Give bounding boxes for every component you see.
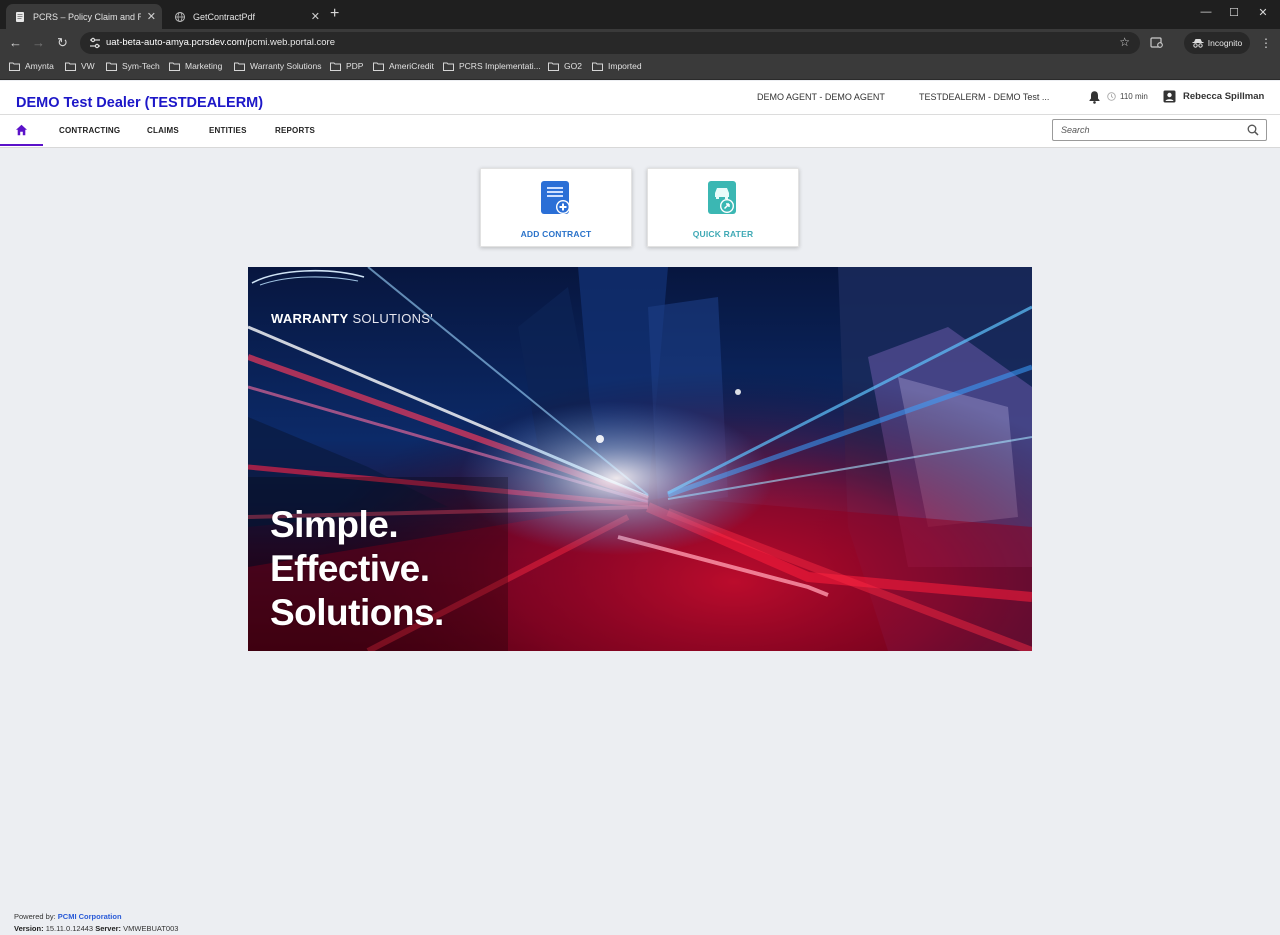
app-header: DEMO Test Dealer (TESTDEALERM) DEMO AGEN… — [0, 81, 1280, 115]
tab-title: PCRS – Policy Claim and Reporti — [33, 11, 141, 22]
quick-rater-label: QUICK RATER — [692, 229, 754, 239]
dealer-title[interactable]: DEMO Test Dealer (TESTDEALERM) — [16, 95, 263, 111]
document-icon — [16, 11, 24, 22]
browser-tab-active[interactable]: PCRS – Policy Claim and Reporti ✕ — [6, 4, 162, 29]
forward-arrow-icon[interactable]: → — [32, 35, 45, 51]
site-settings-icon[interactable] — [88, 36, 102, 50]
folder-icon — [169, 62, 180, 71]
add-contract-icon — [541, 181, 570, 214]
bookmark-folder[interactable]: AmeriCredit — [373, 61, 434, 71]
reload-icon[interactable]: ↻ — [57, 35, 68, 51]
version-info: Version: 15.11.0.12443 Server: VMWEBUAT0… — [14, 924, 179, 933]
folder-icon — [443, 62, 454, 71]
global-search[interactable] — [1052, 119, 1267, 141]
browser-menu-icon[interactable]: ⋮ — [1260, 36, 1272, 50]
bookmark-folder[interactable]: VW — [65, 61, 95, 71]
add-contract-card[interactable]: ADD CONTRACT — [480, 168, 632, 247]
hero-banner: WARRANTY SOLUTIONS' Simple. Effective. S… — [248, 267, 1032, 651]
close-tab-icon[interactable]: ✕ — [147, 10, 156, 23]
account-box-icon — [1163, 90, 1176, 103]
bookmark-folder[interactable]: PCRS Implementati... — [443, 61, 541, 71]
incognito-label: Incognito — [1207, 38, 1243, 48]
url-text[interactable]: uat-beta-auto-amya.pcrsdev.com/pcmi.web.… — [106, 37, 335, 48]
bookmark-folder[interactable]: Imported — [592, 61, 642, 71]
folder-icon — [65, 62, 76, 71]
main-navigation: CONTRACTING CLAIMS ENTITIES REPORTS — [0, 115, 1280, 148]
warranty-solutions-logo: WARRANTY SOLUTIONS' — [271, 311, 434, 326]
powered-by: Powered by: PCMI Corporation — [14, 912, 122, 921]
footer: Powered by: PCMI Corporation Version: 15… — [14, 911, 178, 935]
minimize-icon[interactable]: — — [1196, 6, 1216, 18]
nav-entities[interactable]: ENTITIES — [209, 126, 247, 135]
maximize-icon[interactable]: ☐ — [1224, 6, 1244, 19]
home-tab[interactable] — [0, 115, 43, 146]
search-icon[interactable] — [1247, 124, 1259, 136]
quick-rater-icon — [708, 181, 736, 214]
search-input[interactable] — [1061, 123, 1236, 137]
window-close-icon[interactable]: ✕ — [1253, 6, 1273, 19]
browser-tab[interactable]: GetContractPdf ✕ — [166, 4, 326, 29]
tagline-line-1: Simple. — [270, 504, 399, 545]
browser-tab-strip: PCRS – Policy Claim and Reporti ✕ GetCon… — [0, 0, 1280, 29]
bookmark-folder[interactable]: Warranty Solutions — [234, 61, 322, 71]
session-timer: 110 min — [1107, 92, 1148, 101]
folder-icon — [106, 62, 117, 71]
tagline-line-3: Solutions. — [270, 592, 444, 633]
browser-toolbar: ← → ↻ uat-beta-auto-amya.pcrsdev.com/pcm… — [0, 29, 1280, 57]
bookmark-folder[interactable]: Amynta — [9, 61, 54, 71]
close-tab-icon[interactable]: ✕ — [311, 10, 320, 23]
nav-reports[interactable]: REPORTS — [275, 126, 315, 135]
session-timer-text: 110 min — [1120, 92, 1148, 101]
folder-icon — [330, 62, 341, 71]
home-icon — [16, 124, 27, 135]
bookmark-folder[interactable]: Sym-Tech — [106, 61, 160, 71]
back-arrow-icon[interactable]: ← — [9, 35, 22, 51]
bookmark-folder[interactable]: Marketing — [169, 61, 222, 71]
user-menu[interactable]: Rebecca Spillman — [1163, 90, 1264, 103]
globe-icon — [175, 11, 185, 22]
tab-search-icon[interactable] — [1150, 37, 1164, 49]
warranty-solutions-logo-swoosh — [251, 270, 365, 286]
folder-icon — [592, 62, 603, 71]
nav-contracting[interactable]: CONTRACTING — [59, 126, 120, 135]
folder-icon — [9, 62, 20, 71]
tagline-line-2: Effective. — [270, 548, 430, 589]
add-contract-label: ADD CONTRACT — [520, 229, 592, 239]
bookmarks-bar: Amynta VW Sym-Tech Marketing Warranty So… — [0, 57, 1280, 80]
bookmark-star-icon[interactable]: ☆ — [1119, 35, 1130, 49]
address-bar[interactable]: uat-beta-auto-amya.pcrsdev.com/pcmi.web.… — [80, 32, 1140, 54]
clock-icon — [1107, 92, 1116, 101]
pcmi-link[interactable]: PCMI Corporation — [58, 912, 122, 921]
quick-rater-card[interactable]: QUICK RATER — [647, 168, 799, 247]
tab-title: GetContractPdf — [193, 11, 256, 22]
bookmark-folder[interactable]: GO2 — [548, 61, 582, 71]
folder-icon — [234, 62, 245, 71]
user-name: Rebecca Spillman — [1183, 91, 1265, 102]
nav-claims[interactable]: CLAIMS — [147, 126, 179, 135]
folder-icon — [373, 62, 384, 71]
incognito-icon — [1192, 39, 1204, 48]
dealer-context[interactable]: TESTDEALERM - DEMO Test ... — [919, 92, 1049, 102]
agent-context[interactable]: DEMO AGENT - DEMO AGENT — [757, 92, 885, 102]
bookmark-folder[interactable]: PDP — [330, 61, 363, 71]
notification-bell-icon[interactable] — [1088, 90, 1101, 104]
incognito-badge[interactable]: Incognito — [1184, 32, 1250, 54]
folder-icon — [548, 62, 559, 71]
new-tab-icon[interactable]: + — [330, 5, 339, 23]
